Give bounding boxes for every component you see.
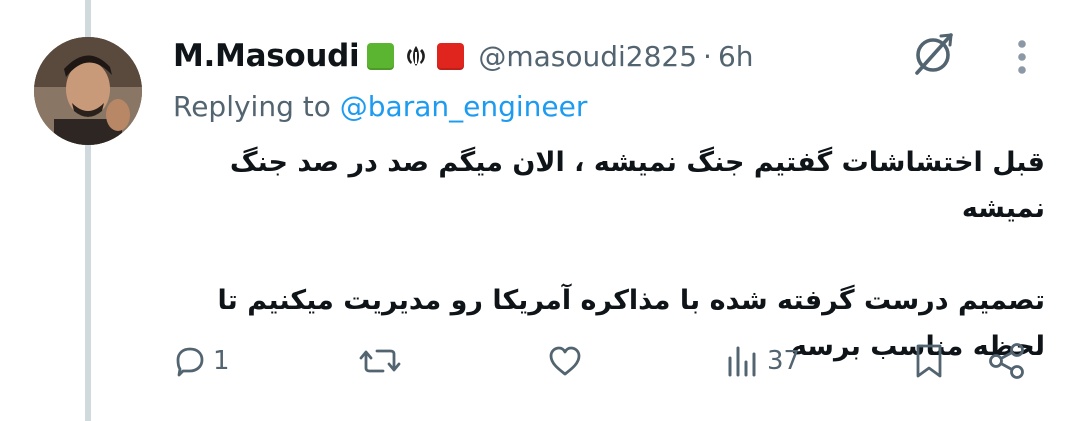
bookmark-button[interactable]	[913, 336, 945, 386]
more-options-button[interactable]	[1009, 38, 1035, 78]
like-button[interactable]	[547, 336, 589, 386]
green-square-emoji	[367, 42, 395, 70]
retweet-icon	[359, 349, 401, 373]
replying-prefix: Replying to	[173, 90, 340, 123]
header-separator: ·	[703, 39, 712, 73]
avatar-image	[34, 37, 142, 145]
reply-icon	[176, 347, 204, 377]
replying-to-link[interactable]: @baran_engineer	[340, 90, 588, 123]
replying-to: Replying to @baran_engineer	[173, 90, 587, 123]
reply-button[interactable]: 1	[173, 336, 230, 386]
tweet-timestamp[interactable]: 6h	[718, 40, 754, 73]
user-avatar[interactable]	[34, 37, 142, 145]
iran-emblem-emoji	[407, 46, 426, 66]
reply-count: 1	[213, 346, 230, 376]
display-name[interactable]: M.Masoudi	[173, 38, 360, 74]
share-button[interactable]	[987, 336, 1027, 386]
analytics-icon	[728, 346, 756, 377]
views-count: 37	[767, 346, 801, 376]
more-vertical-icon	[1018, 40, 1026, 74]
views-button[interactable]: 37	[725, 336, 800, 386]
tweet-header: M.Masoudi @masoudi2825 · 6h	[173, 38, 754, 74]
heart-icon	[549, 346, 581, 376]
retweet-button[interactable]	[359, 336, 407, 386]
grok-button[interactable]	[911, 28, 957, 80]
bookmark-icon	[916, 344, 942, 378]
tweet-actions: 1 37	[173, 336, 1053, 386]
red-square-emoji	[437, 42, 465, 70]
user-handle[interactable]: @masoudi2825	[478, 40, 697, 73]
grok-icon	[915, 33, 953, 75]
share-icon	[989, 343, 1024, 379]
